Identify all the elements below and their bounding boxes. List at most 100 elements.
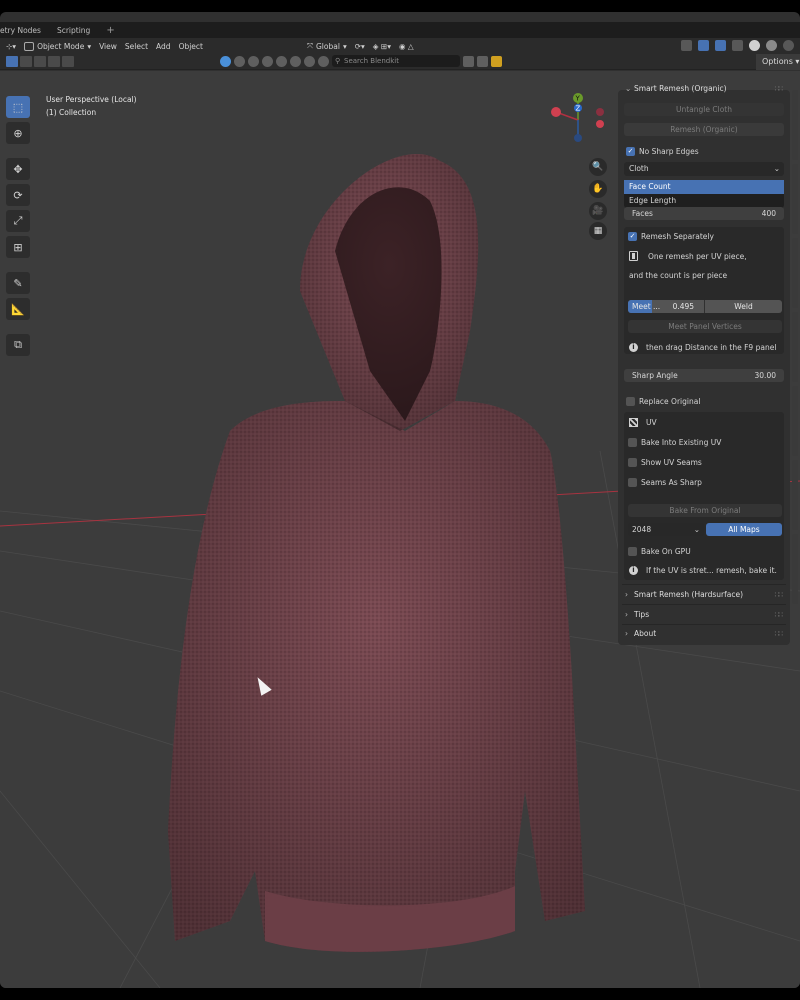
checkbox-unchecked-icon bbox=[628, 546, 637, 556]
select-new-icon[interactable] bbox=[6, 56, 18, 67]
drag-grip-icon[interactable]: ∷∷ bbox=[774, 606, 782, 623]
scale-tool-icon[interactable]: ⤢ bbox=[6, 210, 30, 232]
zoom-icon[interactable]: 🔍 bbox=[589, 158, 607, 176]
show-uv-seams-checkbox[interactable]: Show UV Seams bbox=[628, 455, 702, 469]
sidebar-tabs bbox=[792, 90, 800, 650]
rendered-shading-icon[interactable] bbox=[783, 40, 794, 51]
meet-distance-slider[interactable]: Meet ... 0.495 bbox=[628, 300, 704, 313]
chevron-right-icon: › bbox=[625, 590, 628, 599]
pivot-icon[interactable]: ⟳▾ bbox=[355, 42, 365, 51]
gizmo-icon[interactable] bbox=[698, 40, 709, 51]
preset-dropdown[interactable]: Cloth ⌄ bbox=[624, 162, 784, 176]
sidebar-tab[interactable] bbox=[792, 90, 798, 160]
header-right-icons bbox=[681, 40, 794, 51]
resolution-dropdown[interactable]: 2048 ⌄ bbox=[628, 523, 704, 536]
pan-hand-icon[interactable]: ✋ bbox=[589, 180, 607, 198]
sidebar-tab[interactable] bbox=[792, 164, 798, 234]
select-invert-icon[interactable] bbox=[48, 56, 60, 67]
meet-panel-vertices-button[interactable]: Meet Panel Vertices bbox=[628, 320, 782, 333]
chevron-right-icon: › bbox=[625, 610, 628, 619]
blenderkit-logo-icon[interactable] bbox=[220, 55, 231, 67]
section-smart-remesh-organic[interactable]: ⌄ Smart Remesh (Organic) ∷∷ bbox=[622, 80, 786, 97]
navigation-gizmo[interactable]: Y Z bbox=[548, 92, 608, 156]
nodegroup-icon[interactable] bbox=[304, 55, 315, 67]
select-subtract-icon[interactable] bbox=[34, 56, 46, 67]
sidebar-tab[interactable] bbox=[792, 312, 798, 382]
select-intersect-icon[interactable] bbox=[62, 56, 74, 67]
solid-shading-icon[interactable] bbox=[749, 40, 760, 51]
material-icon[interactable] bbox=[248, 55, 259, 67]
bake-on-gpu-checkbox[interactable]: Bake On GPU bbox=[628, 544, 691, 558]
editor-type-icon[interactable]: ⊹▾ bbox=[6, 42, 16, 51]
mode-select[interactable]: Object Mode ▾ bbox=[24, 41, 91, 51]
gizmo-x-axis bbox=[551, 107, 561, 117]
options-dropdown[interactable]: Options ▾ bbox=[756, 54, 800, 70]
sidebar-tab[interactable] bbox=[792, 460, 798, 530]
bake-settings-row: 2048 ⌄ All Maps bbox=[628, 523, 782, 536]
sidebar-tab[interactable] bbox=[792, 386, 798, 456]
no-sharp-edges-checkbox[interactable]: ✓ No Sharp Edges bbox=[626, 144, 699, 158]
drag-grip-icon[interactable]: ∷∷ bbox=[774, 586, 782, 603]
select-extend-icon[interactable] bbox=[20, 56, 32, 67]
ortho-grid-icon[interactable]: ▦ bbox=[589, 222, 607, 240]
menu-object[interactable]: Object bbox=[179, 42, 203, 51]
viewport-perspective-label: User Perspective (Local) bbox=[46, 95, 137, 104]
cursor-tool-icon[interactable]: ⊕ bbox=[6, 122, 30, 144]
proportional-edit-icon[interactable]: ◉ △ bbox=[399, 42, 414, 51]
tab-scripting[interactable]: Scripting bbox=[57, 26, 90, 35]
search-menu-icon[interactable] bbox=[463, 55, 474, 67]
checkbox-unchecked-icon bbox=[628, 477, 637, 487]
section-tips[interactable]: › Tips ∷∷ bbox=[622, 606, 786, 623]
sidebar-tab[interactable] bbox=[792, 534, 798, 604]
faces-field[interactable]: Faces 400 bbox=[624, 207, 784, 220]
annotate-tool-icon[interactable]: ✎ bbox=[6, 272, 30, 294]
hdr-icon[interactable] bbox=[276, 55, 287, 67]
material-shading-icon[interactable] bbox=[766, 40, 777, 51]
object-mode-icon bbox=[24, 41, 35, 51]
move-tool-icon[interactable]: ✥ bbox=[6, 158, 30, 180]
blenderkit-bar: ⚲ Search Blendkit bbox=[220, 55, 502, 67]
seams-as-sharp-checkbox[interactable]: Seams As Sharp bbox=[628, 475, 702, 489]
scene-icon[interactable] bbox=[262, 55, 273, 67]
bake-from-original-button[interactable]: Bake From Original bbox=[628, 504, 782, 517]
filter-icon[interactable] bbox=[477, 55, 488, 67]
model-icon[interactable] bbox=[234, 55, 245, 67]
drag-grip-icon[interactable]: ∷∷ bbox=[774, 80, 782, 97]
transform-tool-icon[interactable]: ⊞ bbox=[6, 236, 30, 258]
notification-icon[interactable] bbox=[491, 55, 502, 67]
sharp-angle-field[interactable]: Sharp Angle 30.00 bbox=[624, 369, 784, 382]
visibility-icon[interactable] bbox=[681, 40, 692, 51]
replace-original-checkbox[interactable]: Replace Original bbox=[626, 394, 700, 408]
uv-header: UV bbox=[629, 415, 657, 429]
section-about[interactable]: › About ∷∷ bbox=[622, 625, 786, 642]
menu-item-face-count[interactable]: Face Count bbox=[624, 180, 784, 194]
blenderkit-search-input[interactable]: ⚲ Search Blendkit bbox=[332, 55, 460, 67]
select-tool-icon[interactable]: ⬚ bbox=[6, 96, 30, 118]
remesh-organic-button[interactable]: Remesh (Organic) bbox=[624, 123, 784, 136]
remesh-separately-checkbox[interactable]: ✓ Remesh Separately bbox=[628, 229, 714, 243]
rotate-tool-icon[interactable]: ⟳ bbox=[6, 184, 30, 206]
xray-icon[interactable] bbox=[732, 40, 743, 51]
snap-icon[interactable]: ◈ ⊞▾ bbox=[373, 42, 391, 51]
section-smart-remesh-hardsurface[interactable]: › Smart Remesh (Hardsurface) ∷∷ bbox=[622, 586, 786, 603]
bake-existing-uv-checkbox[interactable]: Bake Into Existing UV bbox=[628, 435, 721, 449]
brush-icon[interactable] bbox=[290, 55, 301, 67]
orientation-select[interactable]: ⤧ Global ▾ bbox=[307, 41, 347, 51]
weld-button[interactable]: Weld bbox=[704, 300, 782, 313]
info-line-2: and the count is per piece bbox=[629, 270, 728, 280]
untangle-cloth-button[interactable]: Untangle Cloth bbox=[624, 103, 784, 116]
menu-select[interactable]: Select bbox=[125, 42, 148, 51]
menu-add[interactable]: Add bbox=[156, 42, 171, 51]
overlay-icon[interactable] bbox=[715, 40, 726, 51]
camera-view-icon[interactable]: 🎥 bbox=[589, 202, 607, 220]
menu-item-edge-length[interactable]: Edge Length bbox=[624, 194, 784, 208]
measure-tool-icon[interactable]: 📐 bbox=[6, 298, 30, 320]
all-maps-button[interactable]: All Maps bbox=[706, 523, 782, 536]
menu-view[interactable]: View bbox=[99, 42, 117, 51]
add-cube-tool-icon[interactable]: ⧉ bbox=[6, 334, 30, 356]
addon-icon[interactable] bbox=[318, 55, 329, 67]
tab-geometry-nodes[interactable]: etry Nodes bbox=[0, 26, 41, 35]
sidebar-tab[interactable] bbox=[792, 238, 798, 308]
add-workspace-button[interactable]: + bbox=[106, 25, 114, 36]
drag-grip-icon[interactable]: ∷∷ bbox=[774, 625, 782, 642]
